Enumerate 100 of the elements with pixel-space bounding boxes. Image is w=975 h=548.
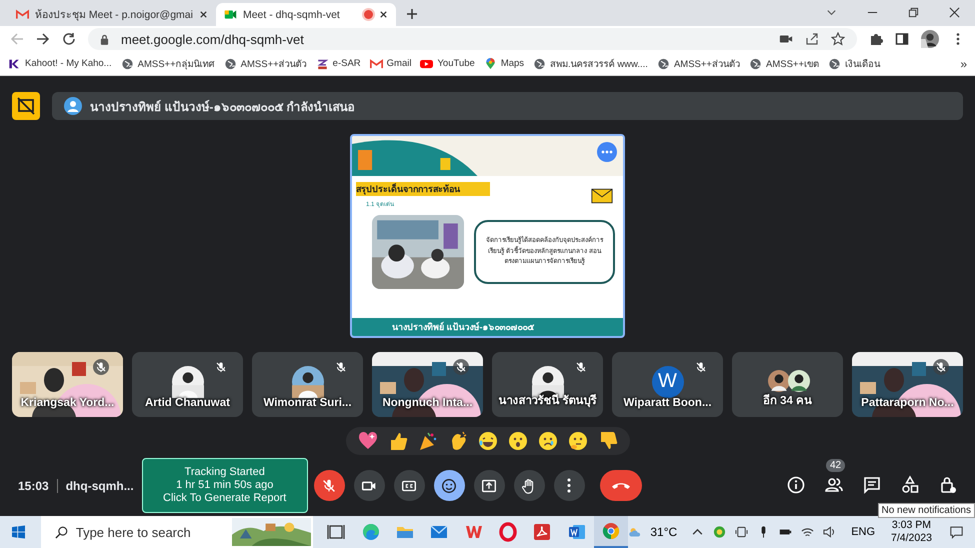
participant-tile[interactable]: Artid Chanuwat	[132, 352, 243, 417]
bookmark[interactable]: Kahoot! - My Kaho...	[8, 58, 112, 70]
speaker-icon[interactable]	[823, 525, 836, 539]
reload-icon[interactable]	[62, 32, 76, 46]
language-indicator[interactable]: ENG	[851, 526, 876, 538]
globe-icon	[120, 58, 134, 70]
lock-icon	[100, 34, 109, 44]
laugh-icon[interactable]	[478, 431, 498, 451]
person-avatar-icon	[64, 97, 82, 115]
task-view-icon	[326, 522, 346, 542]
bookmark[interactable]: AMSS++ส่วนตัว	[656, 56, 740, 71]
envelope-icon	[370, 58, 383, 70]
bookmark[interactable]: AMSS++กลุ่มนิเทศ	[120, 56, 215, 71]
video-camera-icon	[224, 9, 237, 20]
share-icon[interactable]	[805, 32, 819, 46]
star-icon[interactable]	[831, 32, 845, 46]
windows-start-icon[interactable]	[12, 525, 25, 539]
restore-icon[interactable]	[908, 7, 919, 18]
weather-temperature[interactable]: 31°C	[650, 525, 678, 539]
camera-button[interactable]	[354, 470, 385, 501]
globe-icon	[748, 58, 762, 70]
participant-name: Wiparatt Boon...	[622, 397, 713, 409]
presenter-name: นางปรางทิพย์ แป้นวงษ์-๑๖๐๓๐๗๐๐๕ กำลังนำเสนอ	[90, 98, 355, 116]
document-logo-icon	[532, 522, 552, 542]
browser-tab[interactable]: Meet - dhq-sqmh-vet	[216, 3, 396, 26]
tracking-report-button[interactable]: Tracking Started 1 hr 51 min 50s ago Click To Generate Report	[142, 458, 308, 513]
slide-caption: นางปรางทิพย์ แป้นวงษ์-๑๖๐๓๐๗๐๐๕	[352, 318, 623, 336]
circle-logo-icon	[601, 521, 622, 541]
new-tab-icon[interactable]	[406, 8, 418, 20]
notification-icon[interactable]	[950, 525, 963, 539]
bookmark[interactable]: เงินเดือน	[828, 56, 880, 71]
ellipsis-icon	[601, 150, 613, 154]
activities-icon	[900, 474, 920, 494]
bookmark[interactable]: สพม.นครสวรรค์ www....	[533, 56, 648, 71]
k-logo-icon	[8, 58, 21, 70]
globe-icon	[828, 58, 842, 70]
bookmark[interactable]: Gmail	[370, 58, 412, 70]
end-button[interactable]	[600, 470, 642, 501]
avatar-initial: W	[652, 366, 684, 398]
bookmark[interactable]: AMSS++เขต	[748, 56, 820, 71]
info-button[interactable]	[785, 474, 807, 496]
heart-icon[interactable]	[358, 431, 378, 451]
think-icon[interactable]	[568, 431, 588, 451]
tray-app-icon[interactable]	[713, 525, 726, 539]
forward-arrow-icon[interactable]	[36, 32, 50, 46]
address-bar[interactable]: meet.google.com/dhq-sqmh-vet	[88, 28, 857, 50]
browser-tab[interactable]: ห้องประชุม Meet - p.noigor@gmai	[8, 3, 216, 26]
play-button-icon	[420, 58, 434, 70]
participant-tile[interactable]: อีก 34 คน	[732, 352, 843, 417]
chat-button[interactable]	[861, 474, 883, 496]
participant-tile[interactable]: นางสาวรัชนี รัตนบุรี	[492, 352, 603, 417]
map-pin-icon	[484, 58, 497, 70]
z-logo-icon	[316, 58, 329, 70]
side-panel-icon[interactable]	[895, 32, 909, 46]
document-logo-icon	[566, 522, 587, 542]
sad-icon[interactable]	[538, 431, 558, 451]
participant-tile[interactable]: W Wiparatt Boon...	[612, 352, 723, 417]
participant-tile[interactable]: Wimonrat Suri...	[252, 352, 363, 417]
bookmark[interactable]: AMSS++ส่วนตัว	[224, 56, 307, 71]
participant-name: อีก 34 คน	[762, 393, 814, 409]
screen-share-off-icon[interactable]	[12, 92, 40, 120]
participant-name: Wimonrat Suri...	[262, 397, 353, 409]
close-icon[interactable]	[949, 7, 960, 18]
globe-icon	[656, 58, 670, 70]
globe-icon	[533, 58, 546, 70]
captions-button[interactable]	[394, 470, 425, 501]
more-button[interactable]	[554, 470, 585, 501]
bookmark[interactable]: e-SAR	[316, 58, 361, 70]
chat-icon	[862, 474, 882, 494]
bookmark[interactable]: Maps	[484, 58, 524, 70]
envelope-icon	[16, 9, 29, 20]
ring-logo-icon	[498, 522, 518, 542]
emoji-button[interactable]	[434, 470, 465, 501]
bookmark[interactable]: YouTube	[420, 58, 475, 70]
info-icon	[786, 474, 806, 494]
notification-tooltip: No new notifications	[878, 503, 975, 518]
participant-name: Artid Chanuwat	[144, 397, 231, 409]
party-icon[interactable]	[418, 431, 438, 451]
participant-name: นางสาวรัชนี รัตนบุรี	[497, 393, 598, 409]
mic-button[interactable]	[314, 470, 345, 501]
end-icon	[612, 482, 630, 490]
puzzle-piece-icon[interactable]	[869, 32, 883, 46]
emoji-icon	[440, 476, 458, 494]
more-bookmarks-button[interactable]: »	[960, 56, 967, 70]
taskbar-search-field[interactable]: Type here to search	[41, 516, 313, 548]
close-icon[interactable]	[198, 10, 208, 19]
close-icon[interactable]	[378, 10, 388, 19]
slide-title: สรุปประเด็นจากการสะท้อน	[356, 182, 490, 196]
meeting-code: dhq-sqmh...	[66, 478, 134, 492]
more-icon	[567, 478, 572, 493]
search-icon	[55, 526, 68, 538]
globe-icon	[224, 58, 237, 70]
hand-button[interactable]	[514, 470, 545, 501]
present-button[interactable]	[474, 470, 505, 501]
device-icon[interactable]	[735, 525, 748, 539]
taskbar-clock[interactable]: 3:03 PM 7/4/2023	[891, 518, 932, 546]
wow-icon[interactable]	[508, 431, 528, 451]
envelope-icon	[591, 188, 613, 204]
host-icon	[938, 474, 958, 494]
swirl-logo-icon	[360, 522, 381, 542]
